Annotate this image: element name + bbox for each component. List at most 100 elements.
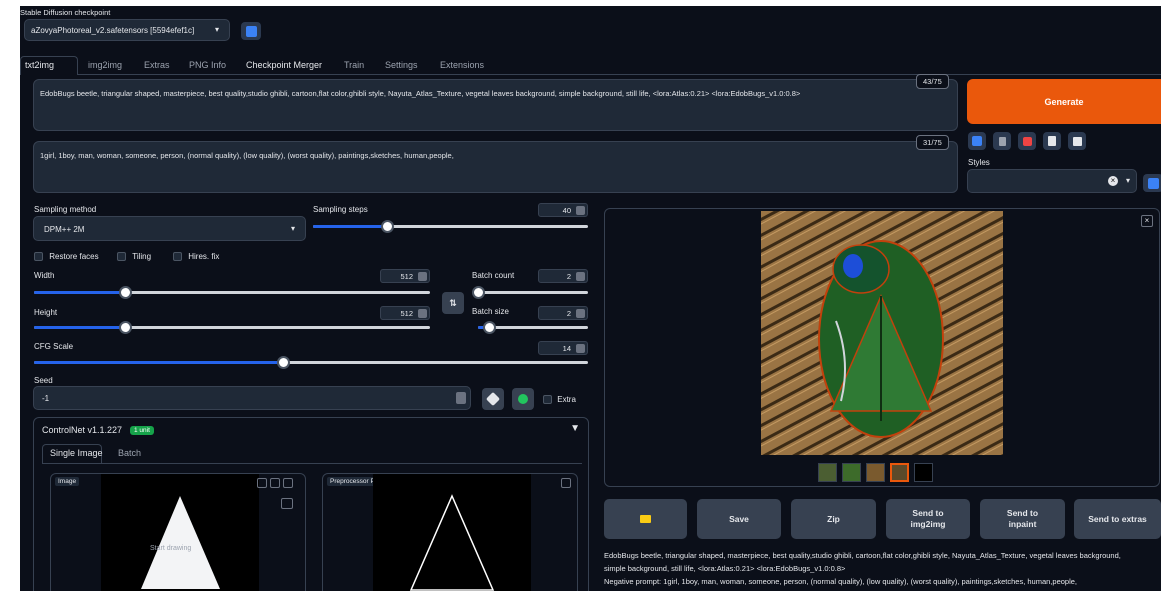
- extra-seed-checkbox[interactable]: Extra: [543, 395, 576, 405]
- checkbox[interactable]: [543, 395, 552, 405]
- chevron-down-icon: ▾: [290, 224, 295, 233]
- stepper-icon: [576, 272, 585, 281]
- styles-label: Styles: [968, 158, 990, 167]
- restore-faces-checkbox[interactable]: Restore faces: [34, 252, 99, 262]
- tab-settings[interactable]: Settings: [385, 60, 418, 70]
- prompt-textarea[interactable]: EdobBugs beetle, triangular shaped, mast…: [33, 79, 958, 131]
- checkpoint-select[interactable]: aZovyaPhotoreal_v2.safetensors [5594efef…: [24, 19, 230, 41]
- swap-dimensions-button[interactable]: ⇅: [442, 292, 464, 314]
- refresh-icon: [245, 25, 257, 37]
- batch-size-input[interactable]: 2: [538, 306, 588, 320]
- start-drawing-text: Start drawing: [150, 545, 192, 552]
- tabs-divider: [20, 74, 1161, 75]
- batch-count-input[interactable]: 2: [538, 269, 588, 283]
- height-input[interactable]: 512: [380, 306, 430, 320]
- thumbnail[interactable]: [914, 463, 933, 482]
- cfg-scale-input[interactable]: 14: [538, 341, 588, 355]
- paste-button[interactable]: [1068, 132, 1086, 150]
- prompt-token-counter: 43/75: [916, 74, 949, 89]
- unit-count-badge: 1 unit: [130, 426, 154, 435]
- thumbnail-selected[interactable]: [890, 463, 909, 482]
- clipboard-icon: [1048, 136, 1056, 146]
- send-to-img2img-button[interactable]: Send to img2img: [886, 499, 970, 539]
- send-to-extras-button[interactable]: Send to extras: [1074, 499, 1161, 539]
- tab-img2img[interactable]: img2img: [88, 60, 122, 70]
- canvas-area[interactable]: Start drawing: [101, 474, 259, 591]
- random-seed-button[interactable]: [482, 388, 504, 410]
- cfg-scale-label: CFG Scale: [34, 342, 74, 351]
- seed-label: Seed: [34, 376, 53, 385]
- collapse-triangle-icon[interactable]: ▼: [570, 423, 580, 434]
- webui-app: Stable Diffusion checkpoint aZovyaPhotor…: [20, 6, 1161, 591]
- tab-single-image[interactable]: Single Image: [50, 448, 103, 458]
- edge-triangle: [409, 494, 495, 591]
- style-tools: [968, 132, 1086, 150]
- checkpoint-label: Stable Diffusion checkpoint: [20, 8, 111, 17]
- width-input[interactable]: 512: [380, 269, 430, 283]
- checkbox[interactable]: [117, 252, 126, 262]
- tab-checkpoint-merger[interactable]: Checkpoint Merger: [246, 60, 322, 70]
- tab-txt2img-active[interactable]: txt2img: [25, 60, 54, 70]
- thumbnail[interactable]: [818, 463, 837, 482]
- sampling-method-label: Sampling method: [34, 205, 97, 214]
- image-upload-panel[interactable]: Image Start drawing: [50, 473, 306, 591]
- brush-icon[interactable]: [281, 498, 293, 509]
- refresh-styles-button[interactable]: [1143, 174, 1161, 192]
- checkbox[interactable]: [34, 252, 43, 262]
- clear-styles-icon[interactable]: ×: [1108, 176, 1118, 186]
- thumbnail[interactable]: [866, 463, 885, 482]
- refresh-checkpoint-button[interactable]: [241, 22, 261, 40]
- sampling-method-select[interactable]: DPM++ 2M ▾: [33, 216, 306, 241]
- close-icon[interactable]: ×: [1141, 215, 1153, 227]
- batch-size-label: Batch size: [472, 307, 509, 316]
- negative-prompt-textarea[interactable]: 1girl, 1boy, man, woman, someone, person…: [33, 141, 958, 193]
- controlnet-panel: ControlNet v1.1.227 1 unit ▼ Single Imag…: [33, 417, 589, 591]
- zip-button[interactable]: Zip: [791, 499, 876, 539]
- send-to-inpaint-button[interactable]: Send to inpaint: [980, 499, 1065, 539]
- recycle-icon: [518, 394, 528, 404]
- tab-extensions[interactable]: Extensions: [440, 60, 484, 70]
- beetle-image: [761, 211, 1003, 455]
- tab-train[interactable]: Train: [344, 60, 364, 70]
- main-tabs: txt2img img2img Extras PNG Info Checkpoi…: [20, 60, 620, 74]
- styles-select[interactable]: × ▾: [967, 169, 1137, 193]
- generate-button[interactable]: Generate: [967, 79, 1161, 124]
- sampling-steps-input[interactable]: 40: [538, 203, 588, 217]
- trash-icon: [998, 136, 1006, 146]
- generation-info: EdobBugs beetle, triangular shaped, mast…: [604, 549, 1144, 588]
- checkpoint-value: aZovyaPhotoreal_v2.safetensors [5594efef…: [31, 26, 195, 35]
- download-icon[interactable]: [561, 478, 571, 488]
- batch-count-label: Batch count: [472, 271, 515, 280]
- tab-png-info[interactable]: PNG Info: [189, 60, 226, 70]
- tab-divider: [42, 463, 582, 464]
- tiling-checkbox[interactable]: Tiling: [117, 252, 151, 262]
- hires-fix-checkbox[interactable]: Hires. fix: [173, 252, 219, 262]
- undo-icon[interactable]: [257, 478, 267, 488]
- stepper-icon: [576, 206, 585, 215]
- stepper-icon: [456, 392, 466, 404]
- apply-style-button[interactable]: [968, 132, 986, 150]
- stepper-icon: [576, 344, 585, 353]
- generated-image[interactable]: [761, 211, 1003, 455]
- edit-icon[interactable]: [270, 478, 280, 488]
- image-label: Image: [55, 477, 80, 486]
- refresh-icon: [1147, 177, 1159, 189]
- show-extra-networks-button[interactable]: [1018, 132, 1036, 150]
- thumbnail-strip: [818, 463, 933, 482]
- open-folder-button[interactable]: [604, 499, 687, 539]
- save-style-button[interactable]: [1043, 132, 1061, 150]
- thumbnail[interactable]: [842, 463, 861, 482]
- clear-prompt-button[interactable]: [993, 132, 1011, 150]
- reuse-seed-button[interactable]: [512, 388, 534, 410]
- checkbox[interactable]: [173, 252, 182, 262]
- tab-extras[interactable]: Extras: [144, 60, 170, 70]
- paste-icon: [1072, 136, 1082, 146]
- stepper-icon: [576, 309, 585, 318]
- close-icon[interactable]: [283, 478, 293, 488]
- preview-area: [373, 474, 531, 591]
- controlnet-title[interactable]: ControlNet v1.1.227: [42, 425, 122, 435]
- seed-input[interactable]: -1: [33, 386, 471, 410]
- tab-batch[interactable]: Batch: [118, 448, 141, 458]
- sampling-steps-label: Sampling steps: [313, 205, 368, 214]
- save-button[interactable]: Save: [697, 499, 781, 539]
